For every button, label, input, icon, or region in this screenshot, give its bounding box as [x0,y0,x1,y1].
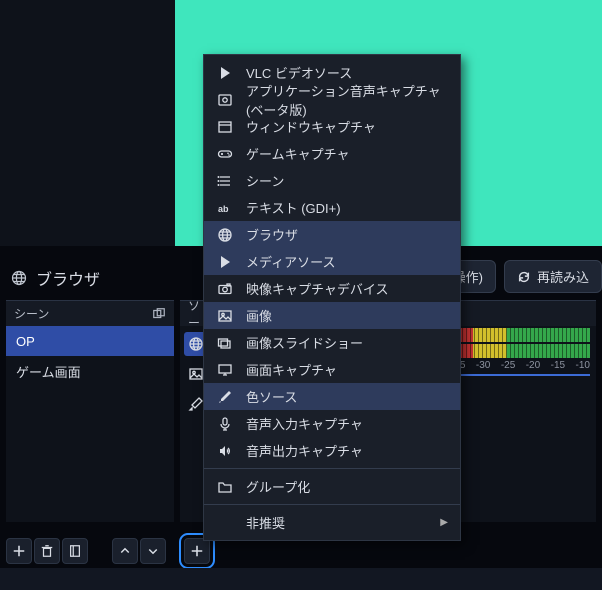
add-source-button[interactable] [184,538,210,564]
screen-icon [216,361,234,379]
menu-item-label: 映像キャプチャデバイス [246,279,388,298]
menu-item[interactable]: 画像スライドショー [204,329,460,356]
scene-item[interactable]: ゲーム画面 [6,356,174,386]
play-icon [216,253,234,271]
window-icon [216,118,234,136]
mixer-scale: -35-30-25-20-15-10 [451,358,590,372]
status-label: ブラウザ [36,266,100,290]
blank-icon [216,514,234,532]
svg-text:ab: ab [218,204,229,214]
scene-icon [216,172,234,190]
menu-item-label: テキスト (GDI+) [246,198,341,217]
menu-item[interactable]: メディアソース [204,248,460,275]
menu-item-label: 音声入力キャプチャ [246,414,363,433]
menu-item[interactable]: ab テキスト (GDI+) [204,194,460,221]
gamepad-icon [216,145,234,163]
mic-icon [216,415,234,433]
scene-item[interactable]: OP [6,326,174,356]
menu-item-label: 画面キャプチャ [246,360,337,379]
menu-item[interactable]: 音声入力キャプチャ [204,410,460,437]
menu-item-label: メディアソース [246,252,335,271]
menu-item[interactable]: 画像 [204,302,460,329]
move-up-button[interactable] [112,538,138,564]
add-scene-button[interactable] [6,538,32,564]
menu-item[interactable]: ブラウザ [204,221,460,248]
menu-item-label: ウィンドウキャプチャ [246,117,376,136]
scenes-title: シーン [14,305,49,322]
menu-item-label: 画像スライドショー [246,333,363,352]
globe-icon [10,269,28,287]
menu-item[interactable]: 画面キャプチャ [204,356,460,383]
audio-meter [451,344,590,358]
menu-item-label: ブラウザ [246,225,298,244]
menu-item-label: 色ソース [246,387,297,406]
remove-scene-button[interactable] [34,538,60,564]
color-icon [216,388,234,406]
menu-item-label: アプリケーション音声キャプチャ (ベータ版) [246,81,448,119]
menu-item-label: VLC ビデオソース [246,63,352,82]
menu-item[interactable]: 音声出力キャプチャ [204,437,460,464]
speaker-icon [216,442,234,460]
menu-item[interactable]: シーン [204,167,460,194]
menu-item[interactable]: グループ化 [204,473,460,500]
add-source-menu: VLC ビデオソースアプリケーション音声キャプチャ (ベータ版)ウィンドウキャプ… [203,54,461,541]
menu-item[interactable]: 色ソース [204,383,460,410]
image-icon [216,307,234,325]
footer [0,568,602,590]
menu-item-label: グループ化 [246,477,310,496]
play-icon [216,64,234,82]
menu-item-label: シーン [246,171,284,190]
dock-icon[interactable] [152,307,166,321]
audio-meter [451,328,590,342]
scenes-toolbar [6,538,210,564]
camera-icon [216,280,234,298]
reload-button[interactable]: 再読み込 [504,260,602,293]
menu-item-label: 音声出力キャプチャ [246,441,363,460]
move-down-button[interactable] [140,538,166,564]
menu-item[interactable]: 非推奨 ▶ [204,509,460,536]
chevron-right-icon: ▶ [440,517,448,528]
scenes-panel: シーン OP ゲーム画面 [6,300,174,522]
menu-item-label: 画像 [246,306,272,325]
mixer-slider[interactable] [451,374,590,376]
menu-item[interactable]: アプリケーション音声キャプチャ (ベータ版) [204,86,460,113]
menu-item-label: ゲームキャプチャ [246,144,349,163]
folder-icon [216,478,234,496]
refresh-icon [517,270,531,284]
menu-item[interactable]: ゲームキャプチャ [204,140,460,167]
menu-item-label: 非推奨 [246,513,285,532]
app-audio-icon [216,91,234,109]
menu-item[interactable]: 映像キャプチャデバイス [204,275,460,302]
text-icon: ab [216,199,234,217]
filter-scene-button[interactable] [62,538,88,564]
slideshow-icon [216,334,234,352]
globe-icon [216,226,234,244]
